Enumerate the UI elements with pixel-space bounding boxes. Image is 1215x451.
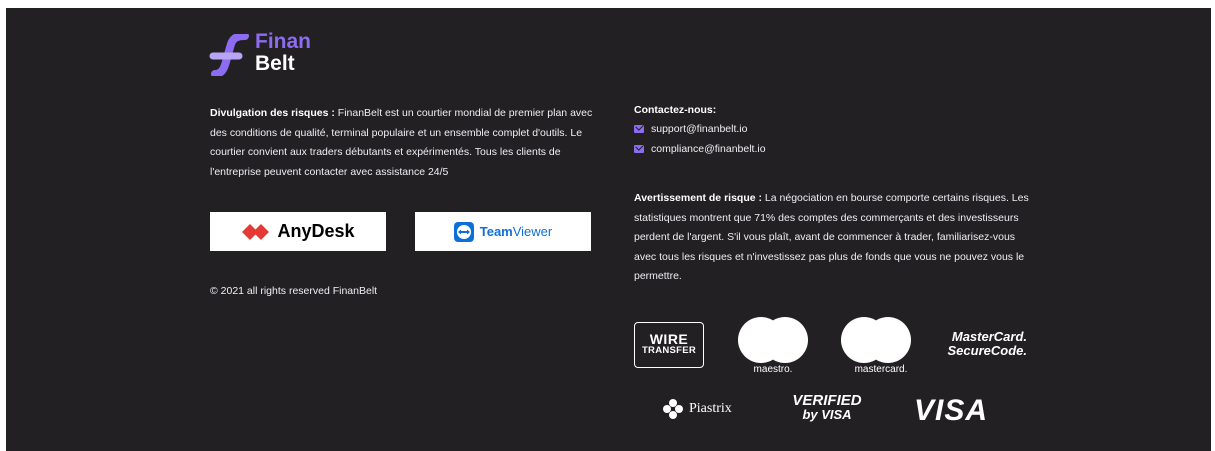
securecode-line2: SecureCode. — [947, 343, 1027, 358]
risk-warning-title: Avertissement de risque : — [634, 192, 762, 204]
contact-compliance-email[interactable]: compliance@finanbelt.io — [634, 143, 766, 155]
copyright-text: © 2021 all rights reserved FinanBelt — [210, 285, 378, 297]
mastercard-circles-icon — [841, 317, 911, 363]
logo-word-belt: Belt — [255, 52, 295, 75]
verified-label: VERIFIED — [792, 392, 862, 409]
contact-support-email[interactable]: support@finanbelt.io — [634, 123, 747, 135]
risk-warning-text: La négociation en bourse comporte certai… — [634, 192, 1029, 283]
teamviewer-label-viewer: Viewer — [512, 224, 553, 239]
piastrix-logo: Piastrix — [662, 398, 732, 420]
by-visa-label: by VISA — [802, 407, 852, 422]
logo-word-finan: Finan — [255, 30, 311, 53]
contact-title: Contactez-nous: — [634, 104, 717, 116]
anydesk-label: AnyDesk — [277, 221, 355, 241]
piastrix-flower-icon — [663, 399, 683, 419]
maestro-label: maestro. — [753, 364, 793, 375]
wire-label: WIRE — [649, 331, 689, 347]
mastercard-label: mastercard. — [854, 364, 908, 375]
transfer-label: TRANSFER — [641, 345, 697, 356]
support-email-link[interactable]: support@finanbelt.io — [651, 123, 747, 135]
site-footer: Finan Belt Divulgation des risques : Fin… — [6, 8, 1211, 451]
envelope-icon — [634, 125, 644, 133]
anydesk-diamond-icon — [242, 223, 270, 240]
maestro-circles-icon — [738, 317, 808, 363]
securecode-line1: MasterCard. — [951, 329, 1027, 344]
mastercard-logo: mastercard. — [840, 316, 912, 375]
wire-transfer-logo: WIRE TRANSFER — [634, 322, 704, 368]
risk-disclosure: Divulgation des risques : FinanBelt est … — [210, 104, 605, 182]
envelope-icon — [634, 145, 644, 153]
visa-logo: VISA — [914, 394, 989, 427]
risk-disclosure-title: Divulgation des risques : — [210, 107, 335, 119]
compliance-email-link[interactable]: compliance@finanbelt.io — [651, 143, 766, 155]
top-tab-decoration — [262, 8, 432, 16]
risk-warning: Avertissement de risque : La négociation… — [634, 189, 1029, 287]
anydesk-button[interactable]: AnyDesk — [210, 212, 386, 251]
finanbelt-f-icon — [209, 34, 249, 76]
teamviewer-label-team: Team — [479, 224, 513, 239]
piastrix-label: Piastrix — [689, 401, 732, 416]
maestro-logo: maestro. — [737, 316, 809, 375]
teamviewer-button[interactable]: Team Viewer — [415, 212, 591, 251]
verified-by-visa-logo: VERIFIED by VISA — [786, 392, 868, 422]
finanbelt-logo[interactable]: Finan Belt — [209, 30, 349, 80]
mastercard-securecode-logo: MasterCard. SecureCode. — [937, 330, 1027, 358]
teamviewer-icon — [453, 221, 474, 242]
